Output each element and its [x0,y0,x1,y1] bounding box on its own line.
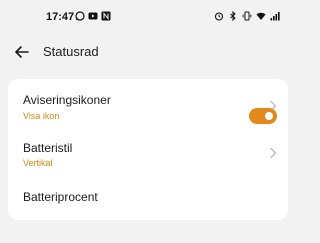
app-header: Statusrad [0,36,300,68]
settings-card: Aviseringsikoner Visa ikon Batteristil V… [8,79,288,220]
page-title: Statusrad [43,44,99,59]
app-notification-icon [101,11,111,21]
setting-battery-percent: Batteriprocent [8,172,288,220]
setting-notification-icons[interactable]: Aviseringsikoner Visa ikon [8,79,288,125]
setting-value: Visa ikon [23,111,60,121]
status-bar: 17:47 [0,0,300,34]
signal-icon [270,12,280,21]
battery-percent-toggle[interactable] [249,108,277,124]
alarm-icon [214,12,224,21]
chevron-right-icon [270,147,277,159]
setting-label: Batteriprocent [23,190,98,204]
whatsapp-icon [75,11,85,21]
wifi-icon [256,12,266,20]
arrow-left-icon[interactable] [12,42,32,62]
bluetooth-icon [230,11,236,21]
setting-battery-style[interactable]: Batteristil Vertikal [8,125,288,172]
status-time: 17:47 [46,11,75,23]
setting-value: Vertikal [23,158,53,168]
youtube-icon [88,12,98,20]
status-right-icons [214,11,280,21]
setting-label: Aviseringsikoner [23,93,111,107]
status-left-icons [75,11,111,21]
setting-label: Batteristil [23,141,73,155]
vibrate-icon [242,11,252,21]
toggle-knob [265,112,273,120]
